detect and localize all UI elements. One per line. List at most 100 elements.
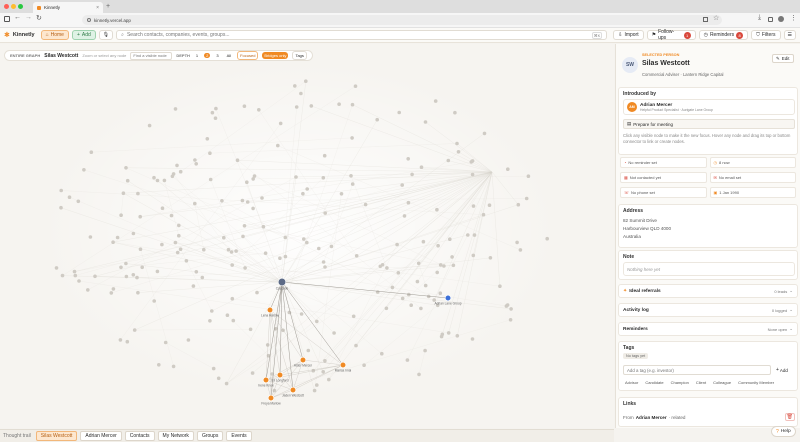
- graph-node[interactable]: [509, 307, 513, 311]
- graph-node[interactable]: [220, 199, 224, 203]
- profile-icon[interactable]: [778, 16, 784, 22]
- graph-node[interactable]: [375, 290, 380, 294]
- graph-node[interactable]: [118, 338, 123, 342]
- graph-node[interactable]: [175, 250, 180, 255]
- graph-node-blue[interactable]: [444, 294, 452, 302]
- graph-node[interactable]: [506, 167, 510, 171]
- graph-node[interactable]: [245, 180, 249, 184]
- graph-node[interactable]: [350, 102, 355, 107]
- address-bar[interactable]: kinnetly.vercel.app: [82, 15, 722, 25]
- graph-node[interactable]: [305, 187, 310, 191]
- ideal-referrals-row[interactable]: ✦ Ideal referrals 0 leads ⌄: [618, 284, 798, 298]
- graph-node[interactable]: [309, 104, 314, 108]
- graph-node[interactable]: [135, 275, 139, 280]
- graph-node[interactable]: [124, 166, 128, 170]
- graph-node[interactable]: [250, 371, 255, 375]
- graph-node[interactable]: [111, 240, 115, 244]
- close-window-button[interactable]: [4, 4, 9, 9]
- graph-node[interactable]: [194, 162, 198, 166]
- graph-node[interactable]: [111, 287, 116, 291]
- graph-node[interactable]: [317, 246, 321, 251]
- graph-node[interactable]: [59, 205, 63, 210]
- graph-node[interactable]: [193, 158, 197, 162]
- tag-option-advisor[interactable]: Advisor: [623, 379, 640, 386]
- graph-node[interactable]: [545, 236, 549, 241]
- graph-node[interactable]: [119, 265, 123, 270]
- graph-node[interactable]: [178, 247, 183, 251]
- graph-node[interactable]: [177, 223, 181, 228]
- graph-canvas[interactable]: Cascade Adrian Lane Group Lena Harlow Aster…: [0, 44, 614, 428]
- graph-node[interactable]: [448, 237, 452, 241]
- graph-node[interactable]: [245, 200, 250, 204]
- note-box[interactable]: Nothing here yet: [623, 262, 795, 276]
- graph-node[interactable]: [89, 150, 94, 154]
- trail-item-contacts[interactable]: Contacts: [124, 431, 155, 441]
- graph-node[interactable]: [119, 213, 123, 217]
- graph-node[interactable]: [202, 247, 206, 252]
- graph-node[interactable]: [337, 102, 341, 106]
- network-graph[interactable]: Cascade Adrian Lane Group Lena Harlow Aster…: [0, 44, 614, 428]
- graph-node[interactable]: [293, 84, 297, 88]
- graph-node[interactable]: [350, 136, 354, 140]
- browser-menu-icon[interactable]: ⋮: [790, 14, 797, 22]
- graph-node[interactable]: [329, 244, 334, 249]
- help-button[interactable]: ? Help: [771, 426, 796, 437]
- graph-node[interactable]: [208, 177, 213, 182]
- phone-field[interactable]: ☏ No phone set: [620, 187, 707, 198]
- graph-node[interactable]: [354, 343, 358, 348]
- graph-node[interactable]: [115, 235, 120, 240]
- graph-node[interactable]: [260, 196, 264, 200]
- graph-node[interactable]: [301, 191, 305, 196]
- graph-node[interactable]: [410, 172, 414, 177]
- graph-node[interactable]: [508, 318, 513, 322]
- time-field[interactable]: ◷ 8 now: [709, 157, 796, 168]
- graph-node[interactable]: [362, 363, 366, 368]
- graph-node[interactable]: [446, 158, 451, 163]
- graph-node[interactable]: [315, 383, 319, 387]
- graph-node[interactable]: [175, 163, 179, 168]
- graph-node[interactable]: [173, 240, 178, 245]
- graph-node[interactable]: [397, 110, 402, 115]
- graph-node[interactable]: [438, 263, 443, 267]
- add-button[interactable]: + Add: [71, 30, 96, 40]
- graph-node[interactable]: [140, 265, 144, 270]
- graph-node[interactable]: [438, 291, 443, 296]
- graph-node[interactable]: [516, 202, 521, 207]
- followups-button[interactable]: ⚑ Follow-ups 1: [646, 29, 696, 41]
- add-tag-button[interactable]: + Add: [774, 365, 790, 375]
- graph-node[interactable]: [294, 175, 298, 179]
- graph-node[interactable]: [294, 105, 299, 109]
- graph-node[interactable]: [471, 253, 476, 258]
- graph-node[interactable]: [321, 260, 326, 264]
- sidebar-toggle-icon[interactable]: [4, 16, 10, 22]
- graph-node[interactable]: [136, 191, 140, 196]
- import-button[interactable]: ⇩ Import: [613, 30, 644, 40]
- graph-node[interactable]: [226, 247, 231, 252]
- graph-node[interactable]: [242, 224, 247, 228]
- graph-node[interactable]: [240, 198, 245, 203]
- graph-node[interactable]: [436, 243, 440, 248]
- graph-node[interactable]: [54, 266, 59, 270]
- prepare-meeting-button[interactable]: ▤ Prepare for meeting: [623, 119, 795, 129]
- graph-node[interactable]: [416, 261, 421, 266]
- graph-node-focus[interactable]: [277, 277, 287, 287]
- graph-node[interactable]: [72, 269, 77, 274]
- graph-node[interactable]: [470, 159, 475, 163]
- graph-node[interactable]: [396, 271, 401, 275]
- graph-node-orange[interactable]: [266, 306, 274, 314]
- graph-node[interactable]: [211, 366, 216, 371]
- graph-node[interactable]: [302, 237, 306, 241]
- mode-tags[interactable]: Tags: [292, 51, 307, 60]
- graph-node[interactable]: [59, 188, 63, 193]
- graph-node[interactable]: [124, 261, 128, 266]
- graph-node-orange[interactable]: [299, 356, 307, 364]
- minimize-window-button[interactable]: [11, 4, 16, 9]
- graph-node[interactable]: [86, 288, 90, 292]
- browser-tab[interactable]: Kinnetly ×: [33, 2, 103, 13]
- introducer-row[interactable]: AM Adrian Mercer Helpful Product Special…: [623, 99, 795, 115]
- graph-node[interactable]: [323, 359, 327, 363]
- new-tab-icon[interactable]: +: [106, 3, 110, 10]
- graph-node[interactable]: [191, 284, 196, 288]
- reminders-row[interactable]: Reminders None open ⌄: [618, 322, 798, 336]
- tag-option-client[interactable]: Client: [694, 379, 708, 386]
